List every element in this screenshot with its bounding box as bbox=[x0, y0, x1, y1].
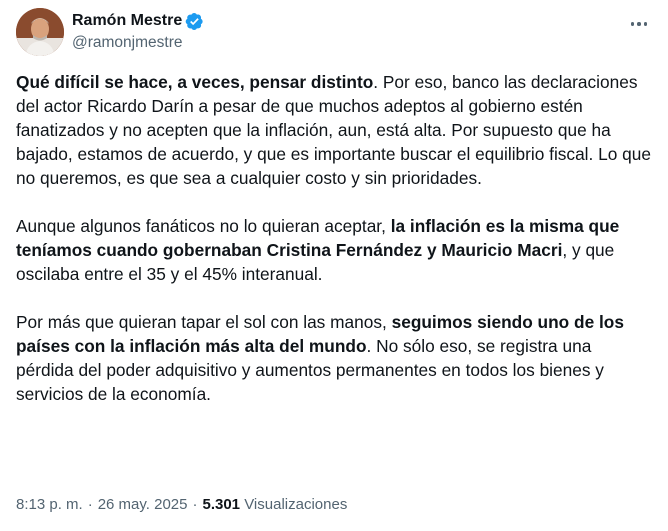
tweet-metadata: 8:13 p. m. · 26 may. 2025 · 5.301 Visualizac… bbox=[16, 495, 347, 515]
tweet-bold-text: Qué difícil se hace, a veces, pensar dis… bbox=[16, 72, 374, 92]
tweet-text: Qué difícil se hace, a veces, pensar dis… bbox=[16, 70, 652, 406]
separator-dot: · bbox=[87, 496, 93, 513]
display-name-row: Ramón Mestre bbox=[72, 10, 204, 32]
more-dot bbox=[643, 22, 648, 26]
views-count[interactable]: 5.301 bbox=[202, 496, 240, 513]
verified-badge-icon[interactable] bbox=[185, 12, 204, 31]
tweet-text-span: Por más que quieran tapar el sol con las… bbox=[16, 312, 392, 332]
views-label[interactable]: Visualizaciones bbox=[244, 496, 347, 513]
more-horizontal-icon bbox=[630, 22, 635, 26]
author-handle[interactable]: @ramonjmestre bbox=[72, 33, 204, 53]
more-options-button[interactable] bbox=[622, 12, 656, 36]
separator-dot: · bbox=[192, 496, 198, 513]
author-names: Ramón Mestre @ramonjmestre bbox=[72, 10, 204, 53]
tweet-card: Ramón Mestre @ramonjmestre Qué difícil s… bbox=[0, 0, 668, 531]
tweet-paragraph-1: Qué difícil se hace, a veces, pensar dis… bbox=[16, 70, 652, 190]
tweet-text-span: Aunque algunos fanáticos no lo quieran a… bbox=[16, 216, 391, 236]
tweet-date: 26 may. 2025 bbox=[97, 496, 188, 513]
display-name[interactable]: Ramón Mestre bbox=[72, 11, 182, 31]
profile-photo-icon bbox=[16, 8, 64, 56]
tweet-timestamp[interactable]: 8:13 p. m. · 26 may. 2025 bbox=[16, 496, 187, 513]
more-dot bbox=[637, 22, 641, 26]
tweet-paragraph-3: Por más que quieran tapar el sol con las… bbox=[16, 310, 652, 406]
tweet-paragraph-2: Aunque algunos fanáticos no lo quieran a… bbox=[16, 214, 652, 286]
tweet-time: 8:13 p. m. bbox=[16, 496, 83, 513]
tweet-header: Ramón Mestre @ramonjmestre bbox=[16, 8, 656, 58]
avatar[interactable] bbox=[16, 8, 64, 56]
